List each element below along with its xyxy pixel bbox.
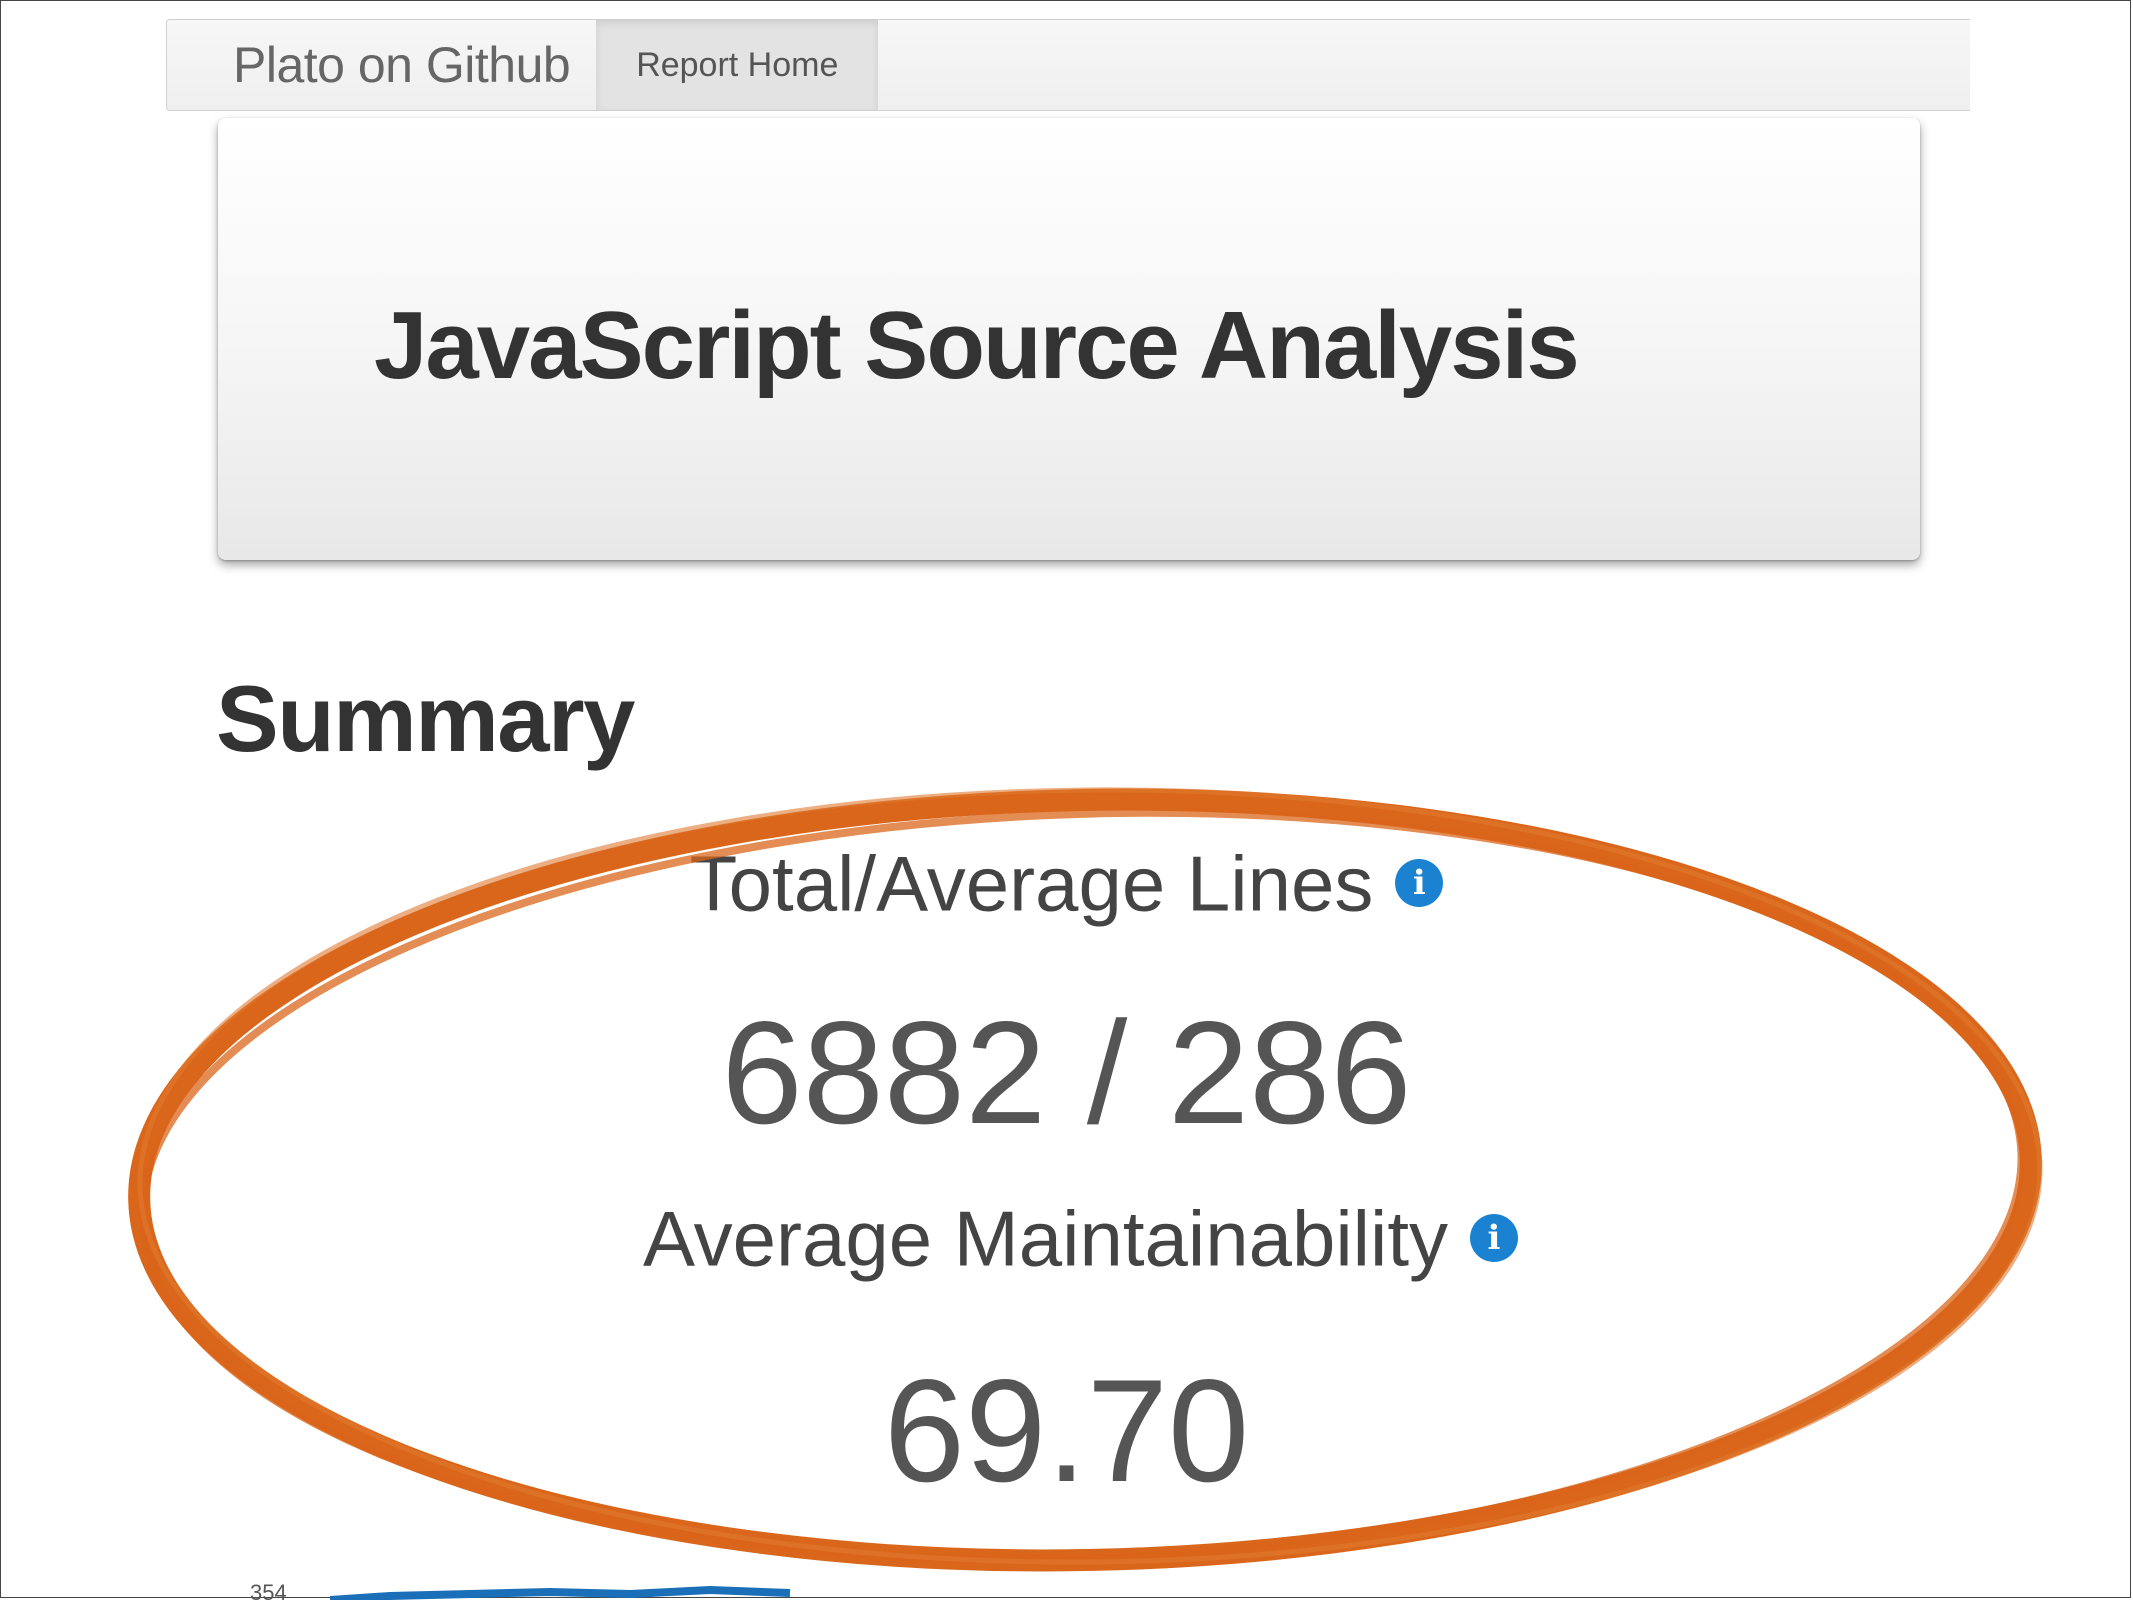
page-title: JavaScript Source Analysis (374, 292, 1580, 399)
total-average-lines-value: 6882 / 286 (721, 991, 1412, 1154)
total-average-lines-label-row: Total/Average Lines i (0, 838, 2133, 922)
hero-panel: JavaScript Source Analysis (218, 118, 1920, 560)
info-icon[interactable]: i (1395, 859, 1444, 908)
summary-heading: Summary (216, 666, 635, 771)
average-maintainability-label-row: Average Maintainability i (14, 1193, 2133, 1277)
chart-tick-label: 354 (250, 1580, 287, 1600)
lines-chart-partial: 354 (250, 1580, 850, 1600)
average-maintainability-label: Average Maintainability (642, 1194, 1449, 1283)
chart-line-partial (330, 1585, 791, 1600)
nav-tab-report-home[interactable]: Report Home (596, 20, 879, 110)
navbar: Plato on Github Report Home (166, 19, 1970, 111)
total-average-lines-label: Total/Average Lines (689, 839, 1374, 928)
average-maintainability-value: 69.70 (883, 1349, 1250, 1512)
brand-link[interactable]: Plato on Github (167, 20, 596, 110)
info-icon[interactable]: i (1470, 1214, 1519, 1263)
